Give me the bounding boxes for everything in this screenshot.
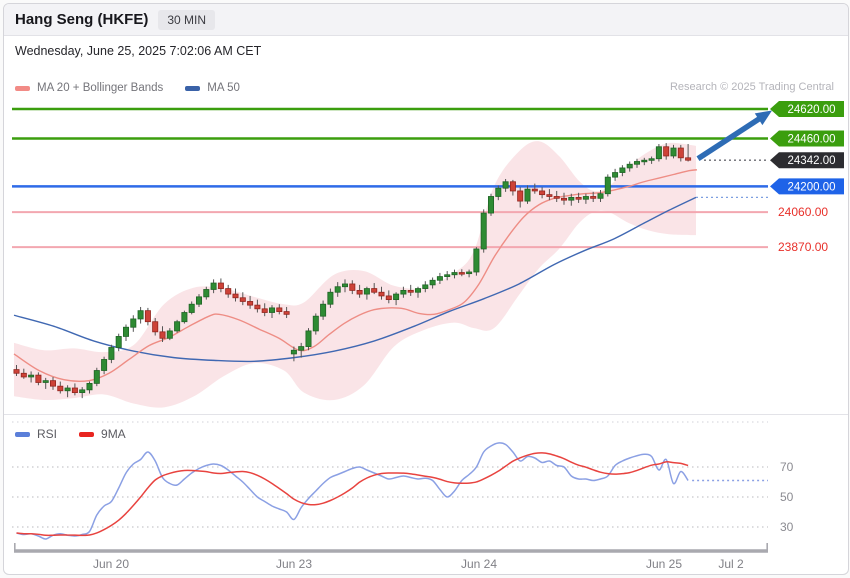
svg-text:30: 30 <box>780 520 794 534</box>
svg-text:23870.00: 23870.00 <box>778 240 828 254</box>
ma50-swatch <box>185 85 201 91</box>
timeframe-badge: 30 MIN <box>158 9 216 30</box>
chart-report-page: Hang Seng (HKFE) 30 MIN Wednesday, June … <box>3 3 849 575</box>
svg-text:Jun 24: Jun 24 <box>461 557 497 571</box>
svg-text:24200.00: 24200.00 <box>788 181 836 193</box>
svg-text:50: 50 <box>780 490 794 504</box>
rsi-indicator-chart: 70 50 30 Jun 20 Jun 23 Jun 24 Jun 25 Jul 2 <box>4 414 848 571</box>
svg-text:Jun 25: Jun 25 <box>646 557 682 571</box>
datetime-text: Wednesday, June 25, 2025 7:02:06 AM CET <box>15 44 262 58</box>
svg-text:Jul 2: Jul 2 <box>718 557 744 571</box>
svg-text:Jun 20: Jun 20 <box>93 557 129 571</box>
legend-item-ma50: MA 50 <box>185 82 240 94</box>
svg-text:24060.00: 24060.00 <box>778 205 828 219</box>
ma20-bollinger-swatch <box>15 85 30 91</box>
svg-text:24620.00: 24620.00 <box>788 104 836 116</box>
legend-label: MA 50 <box>207 82 240 94</box>
legend-label: MA 20 + Bollinger Bands <box>37 82 164 94</box>
main-chart-legend: MA 20 + Bollinger Bands MA 50 <box>15 82 240 94</box>
svg-text:70: 70 <box>780 460 794 474</box>
svg-text:Jun 23: Jun 23 <box>276 557 312 571</box>
page-title: Hang Seng (HKFE) <box>15 11 149 28</box>
svg-text:24460.00: 24460.00 <box>788 133 836 145</box>
header-bar: Hang Seng (HKFE) 30 MIN <box>4 4 848 36</box>
legend-item-ma20-bollinger: MA 20 + Bollinger Bands <box>15 82 163 94</box>
main-price-chart: 24620.00 24460.00 24342.00 24200.00 24060.00… <box>12 101 844 408</box>
svg-text:24342.00: 24342.00 <box>788 155 836 167</box>
research-watermark: Research © 2025 Trading Central <box>669 81 834 93</box>
